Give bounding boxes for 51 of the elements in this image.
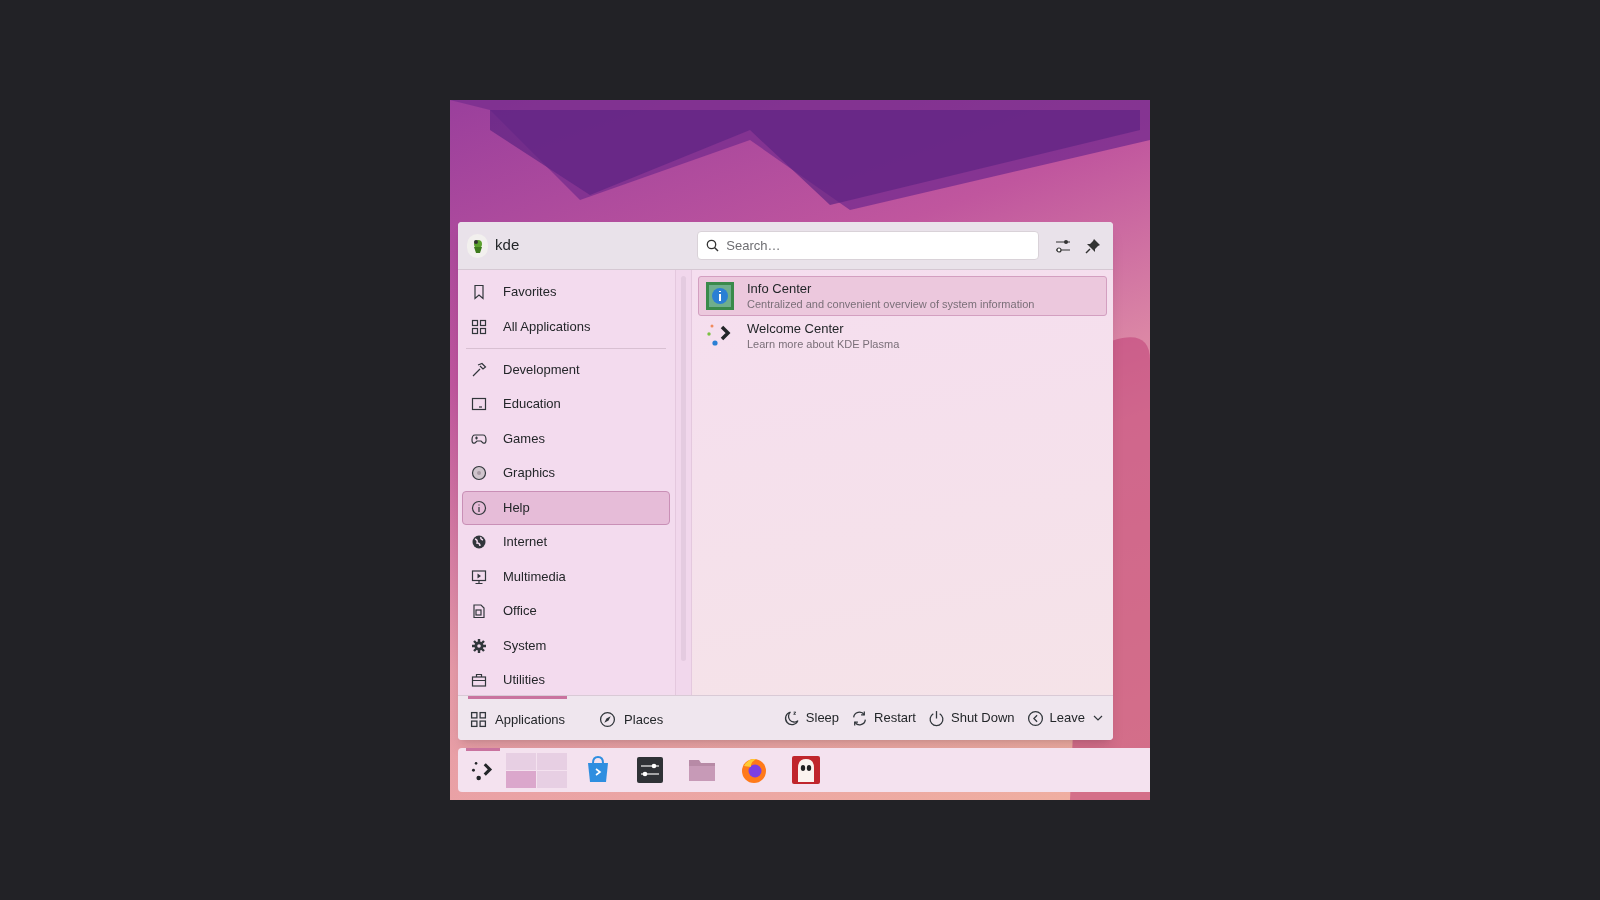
category-item[interactable]: System	[462, 628, 670, 663]
info-icon	[471, 499, 487, 516]
board-icon	[471, 396, 487, 412]
app-name: Info Center	[747, 280, 813, 297]
info-chip-icon	[705, 281, 735, 311]
category-item[interactable]: Development	[462, 352, 670, 387]
gear-icon	[471, 637, 487, 654]
user-name: kde	[495, 235, 520, 256]
pin-icon	[1084, 237, 1101, 254]
task-button[interactable]	[789, 753, 822, 787]
sliders-icon	[1054, 237, 1071, 254]
category-item[interactable]: Favorites	[462, 275, 670, 309]
app-description: Learn more about KDE Plasma	[747, 337, 900, 352]
user-avatar[interactable]	[467, 233, 489, 258]
category-item[interactable]: All Applications	[462, 309, 670, 344]
grid-icon	[470, 711, 487, 728]
app-item[interactable]: Info Center Centralized and convenient overview of system information	[698, 276, 1107, 316]
app-item[interactable]: Welcome Center Learn more about KDE Plasma	[698, 316, 1107, 356]
monitor-icon	[471, 568, 487, 585]
category-item[interactable]: Multimedia	[462, 559, 670, 594]
search-icon	[706, 239, 720, 252]
app-description: Centralized and convenient overview of system information	[747, 297, 1035, 312]
footer-tab[interactable]: Places	[597, 695, 666, 740]
category-item[interactable]: Education	[462, 387, 670, 421]
refresh-icon	[851, 709, 869, 727]
category-item[interactable]: Internet	[462, 525, 670, 559]
category-item[interactable]: Utilities	[462, 663, 670, 695]
back-circle-icon	[1026, 709, 1044, 727]
power-action-button[interactable]: Restart	[851, 703, 916, 733]
app-name: Welcome Center	[747, 320, 845, 337]
category-item[interactable]: Games	[462, 421, 670, 456]
toolbox-icon	[471, 672, 487, 688]
document-icon	[471, 603, 487, 619]
category-item[interactable]: Help	[462, 490, 670, 525]
power-action-button[interactable]: Leave	[1026, 703, 1103, 733]
chevron-down-icon	[1093, 715, 1103, 721]
category-item[interactable]: Office	[462, 594, 670, 628]
globe-icon	[471, 534, 487, 550]
grid-icon	[471, 318, 487, 335]
power-icon	[928, 709, 945, 727]
disc-icon	[471, 465, 487, 481]
power-action-button[interactable]: Sleep	[782, 703, 840, 733]
power-action-button[interactable]: Shut Down	[928, 703, 1015, 733]
ghost-icon	[789, 754, 822, 786]
bookmark-icon	[471, 284, 487, 300]
moon-icon	[782, 709, 800, 727]
hammer-icon	[471, 361, 487, 378]
search-field[interactable]: Search…	[697, 231, 1040, 260]
category-item[interactable]: Graphics	[462, 456, 670, 490]
footer-tab[interactable]: Applications	[468, 695, 568, 740]
compass-icon	[599, 711, 617, 728]
